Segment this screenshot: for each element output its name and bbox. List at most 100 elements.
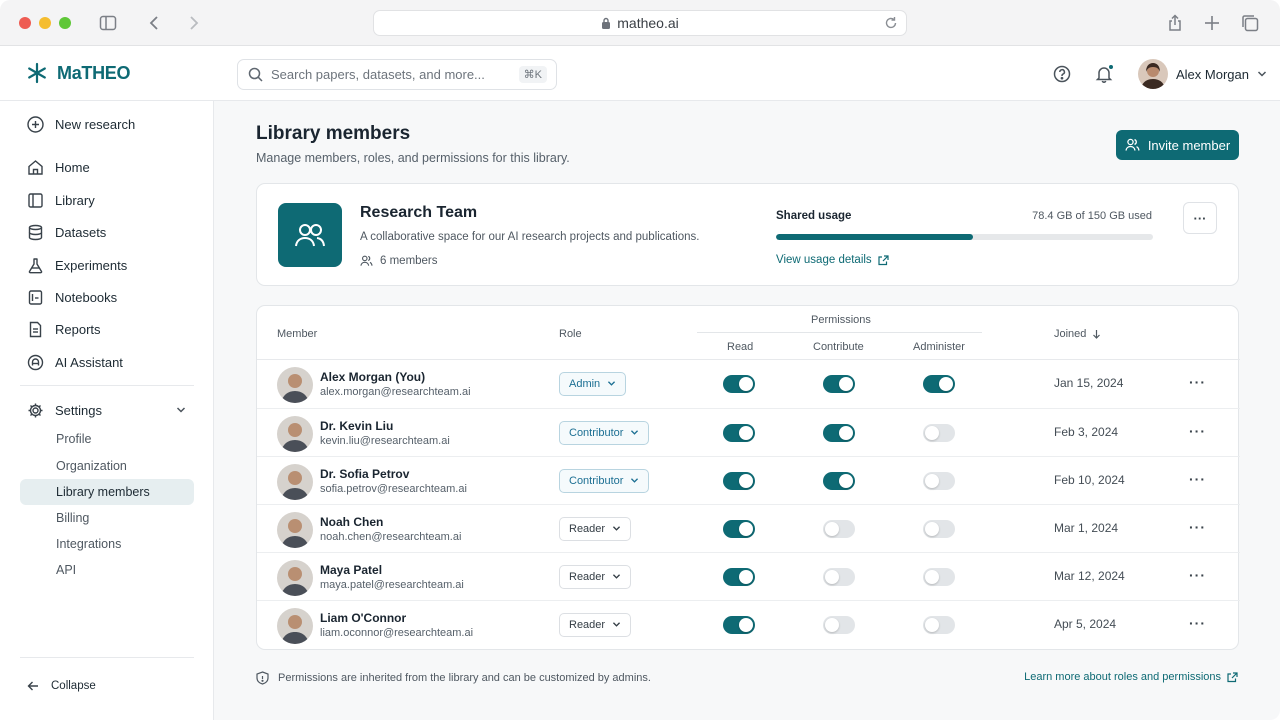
sidebar-item-home[interactable]: Home (20, 153, 194, 181)
reload-icon[interactable] (884, 16, 898, 33)
chevron-down-icon (607, 378, 616, 390)
member-name: Dr. Kevin Liu (320, 419, 394, 433)
contribute-permission-toggle[interactable] (823, 616, 855, 634)
role-dropdown[interactable]: Reader (559, 613, 632, 637)
tab-overview-icon[interactable] (1239, 12, 1261, 34)
forward-icon[interactable] (183, 12, 205, 34)
address-bar[interactable]: matheo.ai (373, 10, 907, 36)
learn-more-link[interactable]: Learn more about roles and permissions (1024, 671, 1238, 683)
sidebar-item-notebooks[interactable]: Notebooks (20, 283, 194, 311)
administer-permission-toggle[interactable] (923, 616, 955, 634)
settings-item-integrations[interactable]: Integrations (20, 531, 194, 557)
column-header-permissions: Permissions (811, 314, 871, 326)
administer-permission-toggle[interactable] (923, 568, 955, 586)
back-icon[interactable] (143, 12, 165, 34)
sidebar-toggle-icon[interactable] (97, 12, 119, 34)
team-more-button[interactable]: ··· (1183, 202, 1217, 234)
new-research-button[interactable]: New research (20, 110, 194, 138)
table-row: Liam O'Connor liam.oconnor@researchteam.a… (257, 600, 1240, 648)
more-horizontal-icon[interactable]: ··· (1189, 567, 1206, 583)
brand-logo[interactable]: MaTHEO (26, 62, 131, 84)
invite-member-label: Invite member (1147, 137, 1231, 153)
usage-label: Shared usage (776, 210, 852, 222)
toggle-knob (939, 377, 953, 391)
settings-item-library-members[interactable]: Library members (20, 479, 194, 505)
maximize-window-button[interactable] (59, 17, 71, 29)
settings-item-billing[interactable]: Billing (20, 505, 194, 531)
url-text: matheo.ai (617, 15, 679, 31)
more-horizontal-icon[interactable]: ··· (1189, 519, 1206, 535)
notification-bell-icon[interactable] (1094, 64, 1114, 84)
administer-permission-toggle[interactable] (923, 375, 955, 393)
read-permission-toggle[interactable] (723, 375, 755, 393)
sidebar-item-experiments[interactable]: Experiments (20, 251, 194, 279)
read-permission-toggle[interactable] (723, 472, 755, 490)
toggle-knob (739, 426, 753, 440)
more-horizontal-icon[interactable]: ··· (1189, 615, 1206, 631)
sidebar-item-library[interactable]: Library (20, 186, 194, 214)
close-window-button[interactable] (19, 17, 31, 29)
sidebar-item-reports[interactable]: Reports (20, 315, 194, 343)
collapse-sidebar-button[interactable]: Collapse (20, 672, 194, 700)
team-members-count: 6 members (360, 255, 438, 267)
administer-permission-toggle[interactable] (923, 520, 955, 538)
read-permission-toggle[interactable] (723, 424, 755, 442)
member-email: noah.chen@researchteam.ai (320, 531, 462, 543)
home-icon (28, 159, 43, 175)
sidebar-item-datasets[interactable]: Datasets (20, 218, 194, 246)
more-horizontal-icon[interactable]: ··· (1189, 423, 1206, 439)
read-permission-toggle[interactable] (723, 520, 755, 538)
toggle-knob (825, 522, 839, 536)
column-header-read: Read (727, 341, 754, 353)
contribute-permission-toggle[interactable] (823, 424, 855, 442)
administer-permission-toggle[interactable] (923, 424, 955, 442)
toggle-knob (739, 522, 753, 536)
share-icon[interactable] (1164, 12, 1186, 34)
toggle-knob (925, 522, 939, 536)
role-dropdown[interactable]: Reader (559, 565, 632, 589)
more-horizontal-icon[interactable]: ··· (1189, 374, 1206, 390)
role-dropdown[interactable]: Contributor (559, 469, 650, 493)
sidebar-item-settings[interactable]: Settings (20, 396, 194, 424)
asterisk-logo-icon (28, 62, 46, 84)
member-name: Maya Patel (320, 563, 383, 577)
member-joined-date: Jan 15, 2024 (1054, 376, 1124, 390)
search-input[interactable] (271, 67, 511, 82)
chevron-down-icon (630, 427, 639, 439)
learn-more-label: Learn more about roles and permissions (1024, 671, 1221, 683)
member-email: liam.oconnor@researchteam.ai (320, 627, 474, 639)
help-icon[interactable] (1052, 64, 1072, 84)
view-usage-details-link[interactable]: View usage details (776, 254, 889, 266)
read-permission-toggle[interactable] (723, 616, 755, 634)
sidebar-item-label: Settings (55, 402, 102, 418)
minimize-window-button[interactable] (39, 17, 51, 29)
role-dropdown[interactable]: Contributor (559, 421, 650, 445)
role-dropdown[interactable]: Admin (559, 372, 627, 396)
user-menu[interactable]: Alex Morgan (1138, 59, 1267, 89)
more-horizontal-icon[interactable]: ··· (1189, 471, 1206, 487)
external-link-icon (878, 254, 889, 265)
administer-permission-toggle[interactable] (923, 472, 955, 490)
column-header-joined[interactable]: Joined (1054, 328, 1101, 340)
arrow-left-icon (27, 681, 38, 691)
settings-item-api[interactable]: API (20, 557, 194, 583)
contribute-permission-toggle[interactable] (823, 520, 855, 538)
settings-item-profile[interactable]: Profile (20, 426, 194, 452)
invite-member-button[interactable]: Invite member (1116, 130, 1239, 160)
search-box[interactable]: ⌘K (237, 59, 557, 90)
contribute-permission-toggle[interactable] (823, 375, 855, 393)
member-avatar (277, 560, 313, 596)
page-title: Library members (256, 123, 411, 144)
new-tab-icon[interactable] (1201, 12, 1223, 34)
sidebar-item-ai-assistant[interactable]: AI Assistant (20, 348, 194, 376)
contribute-permission-toggle[interactable] (823, 568, 855, 586)
settings-item-organization[interactable]: Organization (20, 453, 194, 479)
search-icon (248, 67, 263, 82)
read-permission-toggle[interactable] (723, 568, 755, 586)
main-content: Library members Manage members, roles, a… (214, 101, 1280, 720)
user-avatar (1138, 59, 1168, 89)
contribute-permission-toggle[interactable] (823, 472, 855, 490)
role-dropdown[interactable]: Reader (559, 517, 632, 541)
member-email: sofia.petrov@researchteam.ai (320, 483, 467, 495)
member-email: kevin.liu@researchteam.ai (320, 435, 450, 447)
